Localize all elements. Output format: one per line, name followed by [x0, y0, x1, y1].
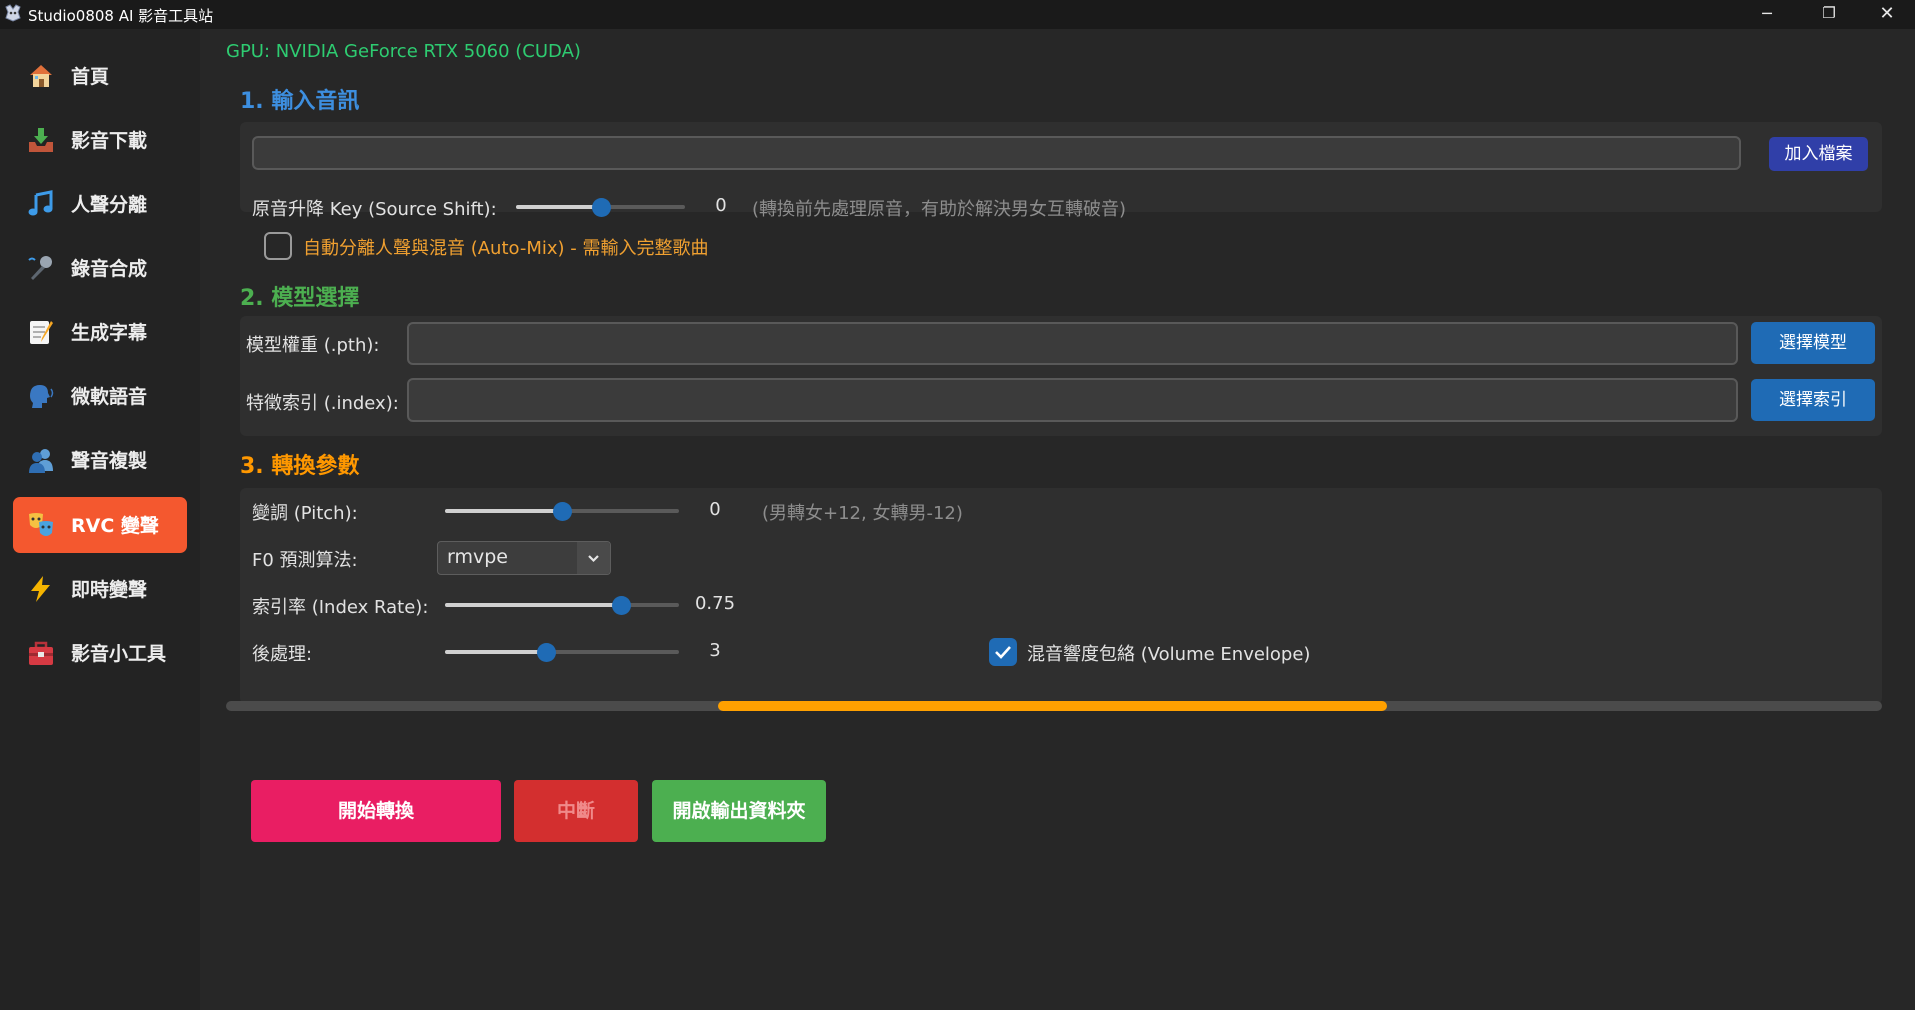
microphone-icon [28, 256, 52, 280]
app-logo-icon [5, 4, 21, 22]
minimize-button[interactable]: ─ [1740, 0, 1794, 29]
sidebar-item-vocal-separation[interactable]: 人聲分離 [13, 176, 187, 232]
sidebar-item-label: RVC 變聲 [71, 515, 159, 537]
sidebar-item-voice-clone[interactable]: 聲音複製 [13, 432, 187, 488]
slider-thumb[interactable] [591, 198, 611, 217]
slider-thumb[interactable] [536, 643, 556, 662]
stop-button[interactable]: 中斷 [514, 780, 638, 842]
add-file-button[interactable]: 加入檔案 [1769, 137, 1868, 171]
sidebar-item-home[interactable]: 首頁 [13, 48, 187, 104]
post-process-value: 3 [709, 640, 721, 661]
pitch-slider[interactable] [445, 501, 679, 521]
gpu-status: GPU: NVIDIA GeForce RTX 5060 (CUDA) [226, 41, 581, 62]
select-model-button[interactable]: 選擇模型 [1751, 322, 1875, 364]
chevron-down-icon[interactable] [577, 542, 610, 574]
sidebar-item-subtitles[interactable]: 生成字幕 [13, 304, 187, 360]
sidebar: 首頁 影音下載 人聲分離 錄音合成 生成字幕 微軟語音 聲音複製 RVC 變聲 … [0, 29, 200, 1010]
model-weight-label: 模型權重 (.pth): [246, 335, 380, 356]
section-params-title: 3. 轉換參數 [240, 454, 360, 479]
f0-method-select[interactable]: rmvpe [437, 541, 611, 575]
index-rate-value: 0.75 [694, 593, 736, 614]
section-model-title: 2. 模型選擇 [240, 286, 360, 311]
post-process-slider[interactable] [445, 642, 679, 662]
slider-thumb[interactable] [611, 596, 631, 615]
index-rate-slider[interactable] [445, 595, 679, 615]
select-index-button[interactable]: 選擇索引 [1751, 379, 1875, 421]
section-input-audio-title: 1. 輸入音訊 [240, 89, 360, 114]
sidebar-item-realtime[interactable]: 即時變聲 [13, 561, 187, 617]
window-title: Studio0808 AI 影音工具站 [28, 7, 214, 25]
pitch-value: 0 [709, 499, 721, 520]
checkmark-icon [995, 646, 1011, 659]
download-tray-icon [29, 128, 53, 152]
close-button[interactable]: ✕ [1860, 0, 1914, 29]
pitch-label: 變調 (Pitch): [252, 503, 358, 524]
title-bar: Studio0808 AI 影音工具站 ─ ❐ ✕ [0, 0, 1915, 29]
source-shift-slider[interactable] [516, 197, 685, 217]
sidebar-item-label: 微軟語音 [71, 386, 148, 408]
sidebar-item-label: 人聲分離 [71, 194, 148, 216]
sidebar-item-label: 聲音複製 [71, 450, 148, 472]
sidebar-item-tools[interactable]: 影音小工具 [13, 625, 187, 681]
source-shift-hint: (轉換前先處理原音，有助於解決男女互轉破音) [752, 199, 1127, 220]
sidebar-item-label: 即時變聲 [71, 579, 148, 601]
start-convert-button[interactable]: 開始轉換 [251, 780, 501, 842]
sidebar-item-recording[interactable]: 錄音合成 [13, 240, 187, 296]
feature-index-label: 特徵索引 (.index): [246, 393, 399, 414]
progress-indicator [717, 701, 1387, 711]
auto-mix-label: 自動分離人聲與混音 (Auto-Mix) - 需輸入完整歌曲 [303, 238, 709, 259]
input-file-path-field[interactable] [252, 136, 1741, 170]
auto-mix-checkbox[interactable] [264, 232, 292, 260]
post-process-label: 後處理: [252, 644, 313, 665]
source-shift-label: 原音升降 Key (Source Shift): [252, 199, 497, 220]
theater-masks-icon [29, 513, 53, 536]
memo-icon [30, 321, 53, 344]
sidebar-item-microsoft-tts[interactable]: 微軟語音 [13, 368, 187, 424]
progress-bar [226, 701, 1882, 711]
model-weight-field[interactable] [407, 322, 1738, 365]
pitch-hint: (男轉女+12, 女轉男-12) [762, 503, 963, 524]
busts-icon [29, 449, 53, 473]
index-rate-label: 索引率 (Index Rate): [252, 597, 429, 618]
restore-button[interactable]: ❐ [1802, 0, 1856, 29]
slider-thumb[interactable] [553, 502, 572, 521]
open-output-folder-button[interactable]: 開啟輸出資料夾 [652, 780, 826, 842]
music-note-icon [28, 190, 53, 216]
sidebar-item-rvc[interactable]: RVC 變聲 [13, 497, 187, 553]
house-icon [30, 65, 52, 87]
volume-envelope-checkbox[interactable] [989, 638, 1017, 666]
source-shift-value: 0 [715, 195, 727, 216]
f0-method-value: rmvpe [447, 546, 508, 568]
main-panel: GPU: NVIDIA GeForce RTX 5060 (CUDA) 1. 輸… [200, 29, 1915, 1010]
volume-envelope-label: 混音響度包絡 (Volume Envelope) [1027, 644, 1311, 665]
feature-index-field[interactable] [407, 378, 1738, 422]
f0-method-label: F0 預測算法: [252, 550, 358, 571]
sidebar-item-label: 首頁 [71, 66, 110, 88]
lightning-icon [31, 576, 50, 602]
toolbox-icon [29, 641, 53, 665]
speaking-head-icon [30, 385, 54, 408]
sidebar-item-label: 影音下載 [71, 130, 148, 152]
sidebar-item-label: 影音小工具 [71, 643, 167, 665]
sidebar-item-download[interactable]: 影音下載 [13, 112, 187, 168]
sidebar-item-label: 錄音合成 [71, 258, 148, 280]
sidebar-item-label: 生成字幕 [71, 322, 148, 344]
